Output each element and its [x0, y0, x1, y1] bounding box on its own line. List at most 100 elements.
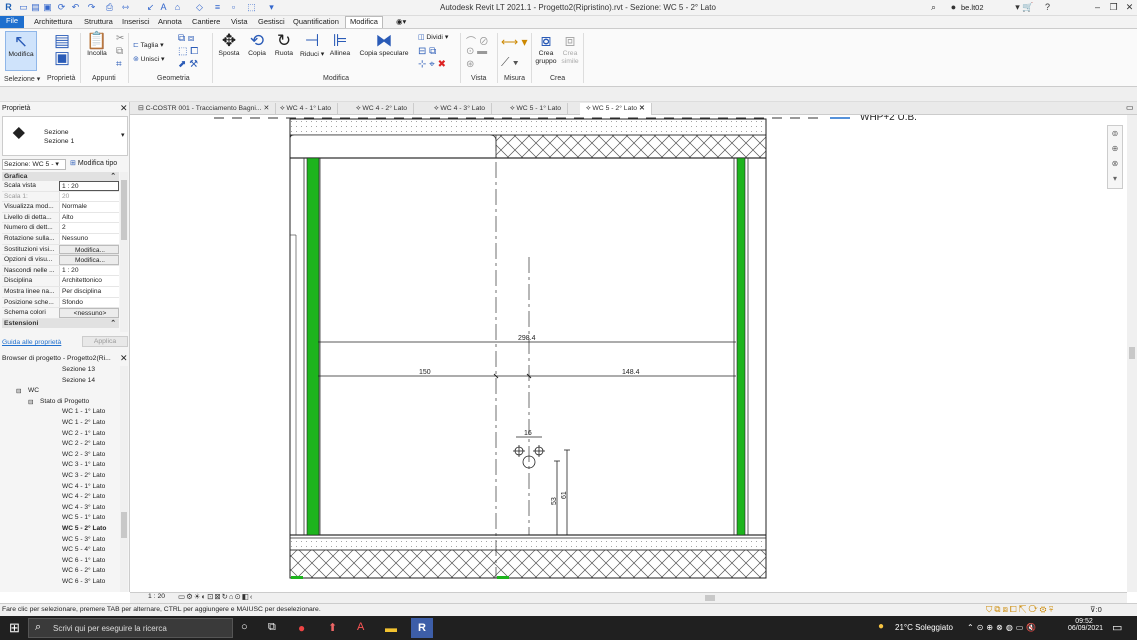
property-row[interactable]: Nascondi nelle ... 1 : 20	[2, 265, 119, 277]
property-row[interactable]: Opzioni di visu... Modifica...	[2, 255, 119, 266]
incolla-button[interactable]: 📋 Incolla	[84, 31, 110, 57]
tab-architettura[interactable]: Architettura	[34, 17, 72, 26]
browser-item[interactable]: WC 4 - 2° Lato	[62, 493, 105, 500]
browser-item[interactable]: WC 6 - 1° Lato	[62, 557, 105, 564]
group-estensioni[interactable]: Estensioni ⌃	[2, 318, 119, 328]
browser-item[interactable]: WC 4 - 3° Lato	[62, 504, 105, 511]
tab-annota[interactable]: Annota	[158, 17, 182, 26]
proprieta-button[interactable]: ▤ ▣	[46, 31, 78, 67]
view-control-icons[interactable]: ▭⚙☀◐⊡⊠↻⌂⊙◧‹	[178, 592, 253, 601]
tag-icon[interactable]: A	[158, 2, 169, 13]
weather-icon[interactable]: ●	[878, 621, 884, 632]
tab-overflow-icon[interactable]: ▭	[1126, 103, 1134, 112]
geom-tool-1-icon[interactable]: ⧉ ⧈	[178, 33, 194, 44]
tab-wc4-2[interactable]: ⟡ WC 4 - 2° Lato	[350, 103, 415, 115]
tab-gestisci[interactable]: Gestisci	[258, 17, 285, 26]
browser-item[interactable]: WC 2 - 1° Lato	[62, 430, 105, 437]
measure-icon[interactable]: ⇿	[120, 2, 131, 13]
group-grafica[interactable]: Grafica ⌃	[2, 172, 119, 181]
property-row[interactable]: Sostituzioni visi... Modifica...	[2, 244, 119, 256]
dim-total[interactable]: 298.4	[518, 335, 536, 342]
properties-scrollbar[interactable]	[120, 172, 128, 332]
close-properties-icon[interactable]: ✕	[120, 103, 128, 114]
print-icon[interactable]: ⎙	[104, 2, 115, 13]
tab-c-costr-001[interactable]: ⊟ C-COSTR 001 - Tracciamento Bagni... ✕	[132, 103, 277, 115]
chrome-icon[interactable]: ●	[298, 621, 305, 635]
app-icon[interactable]: ⬆	[328, 621, 337, 634]
tab-cantiere[interactable]: Cantiere	[192, 17, 220, 26]
undo-icon[interactable]: ↶	[70, 2, 81, 13]
user-icon[interactable]: ●	[948, 2, 959, 13]
help-icon[interactable]: ?	[1042, 2, 1053, 13]
copia-speculare-button[interactable]: ⧓ Copia speculare	[358, 31, 410, 57]
taglia-button[interactable]: ⊏ Taglia ▾	[133, 41, 164, 49]
view-tools-2-icon[interactable]: ⊙ ▬	[466, 46, 487, 57]
browser-item[interactable]: WC 4 - 1° Lato	[62, 483, 105, 490]
filter-count[interactable]: ⊽:0	[1090, 605, 1102, 614]
property-row[interactable]: Visualizza mod... Normale	[2, 202, 119, 213]
property-row[interactable]: Schema colori <nessuno>	[2, 308, 119, 319]
property-row[interactable]: Posizione sche... Sfondo	[2, 297, 119, 309]
browser-item[interactable]: WC	[28, 387, 39, 394]
canvas-horizontal-scroll-thumb[interactable]	[705, 595, 715, 601]
browser-item[interactable]: WC 1 - 1° Lato	[62, 408, 105, 415]
open-icon[interactable]: ▭	[18, 2, 29, 13]
riduci-button[interactable]: ⊣ Riduci ▾	[300, 31, 324, 58]
copy-clipboard-icon[interactable]: ⧉	[116, 46, 123, 57]
canvas-vertical-scrollbar[interactable]	[1127, 115, 1137, 592]
dimension-tool-icon[interactable]: ⟋ ▾	[501, 55, 519, 70]
measure-tool-icon[interactable]: ⟷ ▾	[501, 35, 528, 49]
property-value[interactable]: <nessuno>	[59, 308, 119, 318]
browser-item[interactable]: WC 6 - 2° Lato	[62, 567, 105, 574]
revit-logo-icon[interactable]: R	[3, 2, 14, 13]
tray-icons[interactable]: ⌃⊙⊕⊗◍▭🔇	[967, 623, 1039, 632]
browser-item[interactable]: WC 2 - 2° Lato	[62, 440, 105, 447]
save-icon[interactable]: ▣	[42, 2, 53, 13]
property-row[interactable]: Scala 1: 20	[2, 191, 119, 203]
property-value[interactable]: 2	[59, 223, 119, 233]
copia-button[interactable]: ⟲ Copia	[245, 31, 269, 57]
tab-wc5-1[interactable]: ⟡ WC 5 - 1° Lato	[504, 103, 569, 115]
collapse-icon[interactable]: ⊟	[28, 398, 34, 406]
tab-inserisci[interactable]: Inserisci	[122, 17, 150, 26]
property-row[interactable]: Disciplina Architettonico	[2, 276, 119, 287]
browser-scrollbar[interactable]	[120, 366, 128, 592]
notifications-icon[interactable]: ▭	[1112, 621, 1122, 634]
tab-vista[interactable]: Vista	[231, 17, 248, 26]
geom-tool-2-icon[interactable]: ⬚ ⧠	[178, 46, 198, 57]
browser-item[interactable]: WC 5 - 2° Lato	[62, 525, 106, 532]
section-icon[interactable]: ◇	[194, 2, 205, 13]
browser-item[interactable]: WC 5 - 1° Lato	[62, 514, 105, 521]
tab-quantification[interactable]: Quantification	[293, 17, 339, 26]
steering-wheel-icon[interactable]: ⊚	[1108, 126, 1122, 141]
instance-selector[interactable]: Sezione: WC 5 - ▾	[2, 159, 66, 170]
sposta-button[interactable]: ✥ Sposta	[216, 31, 242, 57]
property-value[interactable]: 1 : 20	[59, 265, 119, 276]
tab-wc4-1[interactable]: ⟡ WC 4 - 1° Lato	[274, 103, 339, 115]
sync-icon[interactable]: ⟳	[56, 2, 67, 13]
property-value[interactable]: Per disciplina	[59, 286, 119, 297]
property-row[interactable]: Numero di dett... 2	[2, 223, 119, 234]
browser-item[interactable]: Sezione 14	[62, 377, 95, 384]
close-browser-icon[interactable]: ✕	[120, 353, 128, 364]
browser-item[interactable]: WC 2 - 3° Lato	[62, 451, 105, 458]
view-scale[interactable]: 1 : 20	[148, 593, 165, 600]
type-selector[interactable]: ⯁ Sezione Sezione 1 ▾	[2, 116, 128, 156]
revit-taskbar-icon[interactable]: R	[411, 618, 433, 638]
navigation-bar[interactable]: ⊚ ⊕ ⊗ ▾	[1107, 125, 1123, 189]
file-explorer-icon[interactable]: ▬	[385, 621, 397, 635]
property-value[interactable]: Normale	[59, 202, 119, 212]
property-value[interactable]: 20	[59, 191, 119, 202]
edit-type-button[interactable]: ⊞ Modifica tipo	[70, 158, 117, 169]
dim-v1[interactable]: 53	[551, 497, 558, 505]
allinea-button[interactable]: ⊫ Allinea	[327, 31, 353, 57]
property-row[interactable]: Livello di detta... Alto	[2, 212, 119, 224]
open-folder-icon[interactable]: ▤	[30, 2, 41, 13]
property-row[interactable]: Scala vista 1 : 20	[2, 181, 119, 192]
pan-icon[interactable]: ⊗	[1108, 156, 1122, 171]
tab-modifica[interactable]: Modifica	[345, 16, 383, 28]
browser-item[interactable]: WC 5 - 3° Lato	[62, 536, 105, 543]
property-value[interactable]: Architettonico	[59, 276, 119, 286]
browser-item[interactable]: Stato di Progetto	[40, 398, 89, 405]
property-value[interactable]: Modifica...	[59, 244, 119, 255]
